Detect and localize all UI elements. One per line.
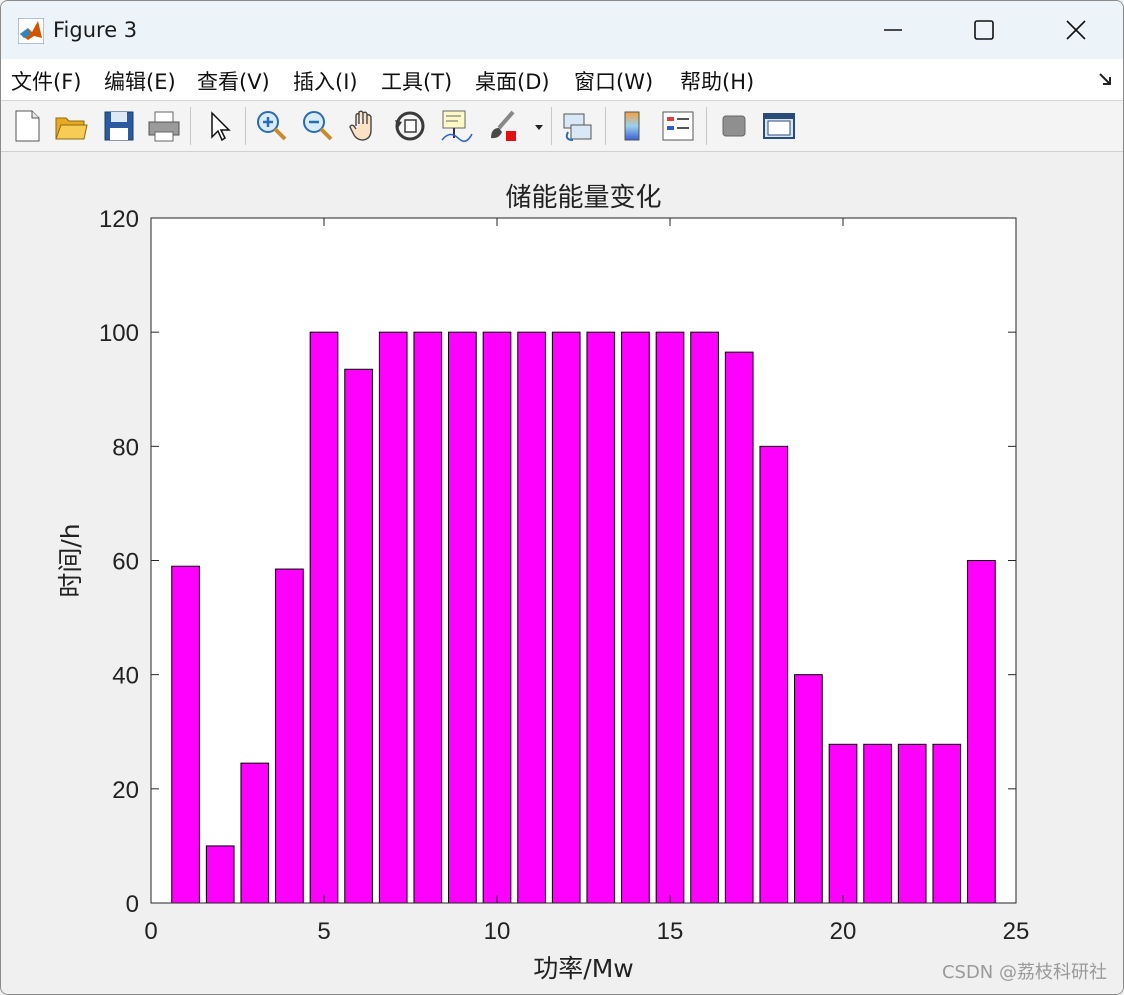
bar-20 [828,743,858,904]
bar-11 [517,331,546,904]
toolbar-separator [551,107,552,145]
colorbar-icon[interactable] [615,108,651,144]
x-tick-label: 20 [830,918,857,945]
toolbar-separator [605,107,606,145]
dock-arrow-icon[interactable] [1098,71,1114,87]
menu-bar: 文件(F) 编辑(E) 查看(V) 插入(I) 工具(T) 桌面(D) 窗口(W… [1,59,1123,101]
menu-desktop[interactable]: 桌面(D) [475,66,550,96]
legend-icon[interactable] [660,108,696,144]
x-tick-label: 25 [1003,918,1030,945]
tool-bar [1,101,1123,152]
bar-19 [794,674,823,904]
x-tick-label: 10 [484,918,511,945]
menu-tools[interactable]: 工具(T) [381,66,452,96]
bar-16 [690,331,719,904]
y-axis-label: 时间/h [56,523,85,597]
close-button[interactable] [1048,9,1104,51]
bar-24 [967,560,996,904]
bar-6 [344,368,373,904]
x-tick-label: 5 [317,918,330,945]
select-pointer-icon[interactable] [201,108,237,144]
chart-title: 储能能量变化 [505,183,661,213]
bar-2 [205,845,235,904]
bar-9 [448,331,477,904]
y-tick-label: 20 [112,777,139,804]
bar-8 [413,331,443,904]
bar-13 [586,331,616,904]
brush-dropdown-icon[interactable] [531,108,547,144]
y-tick-label: 120 [99,206,139,233]
data-cursor-icon[interactable] [438,108,474,144]
toolbar-separator [245,107,246,145]
bar-7 [378,331,408,904]
watermark-text: CSDN @荔枝科研社 [941,962,1107,983]
menu-help[interactable]: 帮助(H) [680,66,754,96]
print-icon[interactable] [146,108,182,144]
menu-view[interactable]: 查看(V) [197,66,270,96]
pan-hand-icon[interactable] [346,108,382,144]
bar-22 [897,743,927,904]
matlab-logo-icon [17,17,45,45]
minimize-icon [884,29,902,31]
bar-chart: 0 5 10 15 20 25 0 20 40 60 80 100 120 储能能量变化 功率/Mw 时… [56,183,1030,983]
bar-4 [275,568,304,904]
menu-insert[interactable]: 插入(I) [293,66,358,96]
minimize-button[interactable] [865,9,921,51]
hide-plot-tools-icon[interactable] [716,108,752,144]
bar-10 [482,331,512,904]
bar-1 [171,565,200,904]
bar-21 [863,743,892,904]
bar-5 [309,331,339,904]
menu-edit[interactable]: 编辑(E) [104,66,176,96]
maximize-button[interactable] [956,9,1012,51]
bar-23 [932,743,962,904]
window-title: Figure 3 [53,18,138,42]
y-tick-label: 80 [112,434,139,461]
open-file-icon[interactable] [53,108,89,144]
bar-3 [240,762,270,904]
y-tick-label: 0 [126,891,139,918]
show-plot-tools-icon[interactable] [761,108,797,144]
x-tick-label: 15 [657,918,684,945]
rotate-3d-icon[interactable] [392,108,428,144]
zoom-in-icon[interactable] [253,108,289,144]
bar-14 [621,331,650,904]
y-tick-label: 100 [99,320,139,347]
link-plot-icon[interactable] [560,108,596,144]
menu-file[interactable]: 文件(F) [11,66,81,96]
save-icon[interactable] [101,108,137,144]
x-axis-label: 功率/Mw [533,954,633,983]
bar-15 [655,331,685,904]
title-bar: Figure 3 [1,1,1123,59]
figure-window: Figure 3 文件(F) 编辑(E) 查看(V) 插入(I) 工具(T) 桌… [0,0,1124,995]
new-figure-icon[interactable] [9,108,45,144]
x-tick-label: 0 [144,918,157,945]
zoom-out-icon[interactable] [299,108,335,144]
maximize-icon [974,20,994,40]
menu-window[interactable]: 窗口(W) [574,66,653,96]
bar-18 [759,445,789,904]
bar-17 [724,351,754,904]
toolbar-separator [706,107,707,145]
brush-icon[interactable] [485,108,521,144]
y-tick-label: 40 [112,663,139,690]
y-tick-label: 60 [112,549,139,576]
bar-12 [551,331,581,904]
toolbar-separator [190,107,191,145]
close-icon [1066,20,1086,40]
